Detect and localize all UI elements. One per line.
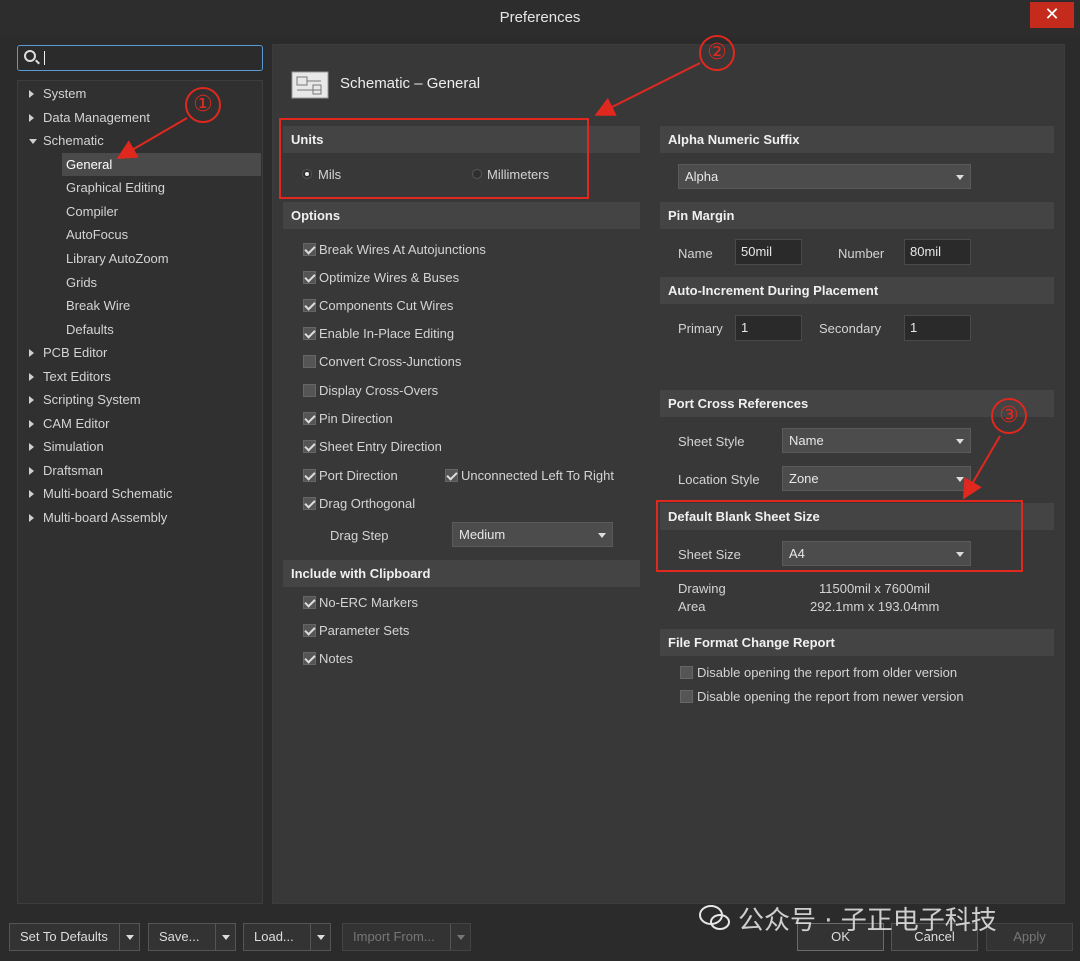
annotation-marker-1: ①: [185, 87, 221, 123]
save-button[interactable]: Save...: [148, 923, 236, 951]
annotation-marker-3: ③: [991, 398, 1027, 434]
set-to-defaults-label: Set To Defaults: [20, 929, 108, 944]
watermark-text: 公众号 · 子正电子科技: [738, 906, 997, 936]
dropdown-arrow-icon[interactable]: [119, 924, 139, 950]
annotation-marker-2: ②: [699, 35, 735, 71]
import-from-label: Import From...: [353, 929, 435, 944]
load-label: Load...: [254, 929, 294, 944]
apply-button[interactable]: Apply: [986, 923, 1073, 951]
dropdown-arrow-icon[interactable]: [450, 924, 470, 950]
dropdown-arrow-icon[interactable]: [215, 924, 235, 950]
set-to-defaults-button[interactable]: Set To Defaults: [9, 923, 140, 951]
annotation-arrows: [116, 62, 1001, 500]
load-button[interactable]: Load...: [243, 923, 331, 951]
save-label: Save...: [159, 929, 200, 944]
import-from-button[interactable]: Import From...: [342, 923, 471, 951]
dropdown-arrow-icon[interactable]: [310, 924, 330, 950]
wechat-logo-icon: [699, 905, 730, 930]
